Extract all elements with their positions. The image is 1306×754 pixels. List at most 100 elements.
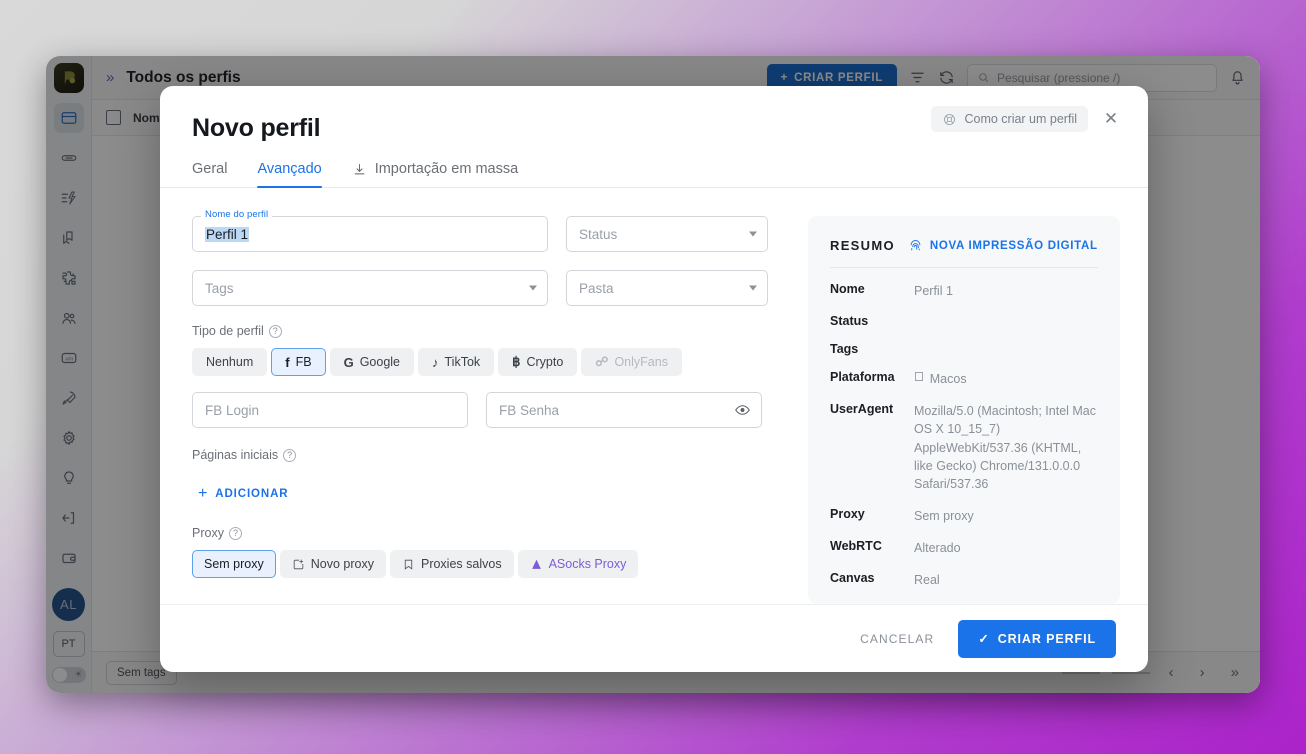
filter-icon[interactable] [909,69,926,86]
proxy-option-asocks[interactable]: ASocks Proxy [517,550,639,578]
tab-avancado-label: Avançado [257,161,322,177]
summary-row-canvas: Canvas Real [830,571,1098,589]
help-icon[interactable]: ? [268,324,282,338]
sidebar-item-copies[interactable] [54,223,84,253]
summary-row-webrtc: WebRTC Alterado [830,539,1098,557]
tab-geral[interactable]: Geral [192,161,227,187]
create-profile-submit-button[interactable]: ✓ CRIAR PERFIL [958,619,1116,658]
sidebar-item-automation[interactable] [54,183,84,213]
sidebar-item-extensions[interactable] [54,263,84,293]
summary-value: Mozilla/5.0 (Macintosh; Intel Mac OS X 1… [914,404,1097,491]
modal-body: Nome do perfil Perfil 1 Status Tags Past… [160,188,1148,604]
modal-header: Novo perfil Como criar um perfil ✕ [160,86,1148,143]
tab-importacao-label: Importação em massa [374,161,519,177]
new-fingerprint-button[interactable]: NOVA IMPRESSÃO DIGITAL [908,238,1098,253]
fb-login-placeholder: FB Login [205,402,260,418]
summary-title: RESUMO [830,238,895,253]
proxy-option-sem-proxy[interactable]: Sem proxy [192,550,276,578]
fb-password-placeholder: FB Senha [499,402,560,418]
sidebar-item-logout[interactable] [54,503,84,533]
sidebar-item-settings[interactable] [54,423,84,453]
profile-type-crypto[interactable]: ฿ Crypto [498,348,578,376]
sidebar-item-ideas[interactable] [54,463,84,493]
last-page-button[interactable]: » [1224,664,1246,681]
profile-name-input[interactable]: Perfil 1 [192,216,548,252]
folder-select[interactable]: Pasta [566,270,768,306]
summary-value: Sem proxy [914,508,974,523]
plus-icon: + [780,71,789,84]
prev-page-button[interactable]: ‹ [1162,664,1181,681]
eye-icon[interactable] [734,402,751,419]
profile-type-tiktok[interactable]: ♪ TikTok [418,348,495,376]
proxy-option-novo-proxy[interactable]: Novo proxy [279,550,386,578]
summary-key: Canvas [830,571,875,586]
google-icon: G [343,354,354,370]
home-pages-label: Páginas iniciais ? [192,448,778,462]
search-placeholder: Pesquisar (pressione /) [997,70,1121,85]
fingerprint-icon [910,240,921,251]
profile-type-nenhum[interactable]: Nenhum [192,348,268,376]
cancel-button[interactable]: CANCELAR [854,624,940,654]
profile-name-field[interactable]: Nome do perfil Perfil 1 [192,209,548,252]
summary-key: Proxy [830,506,865,521]
svg-text:API: API [65,356,73,362]
profile-type-google[interactable]: G Google [329,348,415,376]
sidebar-item-wallet[interactable] [54,543,84,573]
bell-icon[interactable] [1229,69,1246,86]
fb-password-input[interactable]: FB Senha [486,392,762,428]
summary-row-nome: Nome Perfil 1 [830,282,1098,300]
download-icon [354,163,365,174]
tab-avancado[interactable]: Avançado [257,161,322,188]
help-icon[interactable]: ? [228,526,242,540]
profile-type-crypto-label: Crypto [526,355,564,369]
chevron-down-icon [749,285,757,291]
avatar[interactable]: AL [52,588,85,621]
sidebar-item-link[interactable] [54,143,84,173]
next-page-button[interactable]: › [1193,664,1212,681]
status-select[interactable]: Status [566,216,768,252]
fb-password-field[interactable]: FB Senha [486,392,762,428]
profile-type-tiktok-label: TikTok [444,355,481,369]
fb-login-input[interactable]: FB Login [192,392,468,428]
tags-select[interactable]: Tags [192,270,548,306]
help-icon[interactable]: ? [283,448,297,462]
refresh-icon[interactable] [938,69,955,86]
fb-login-field[interactable]: FB Login [192,392,468,428]
proxy-label: Proxy ? [192,526,778,540]
sidebar-item-team[interactable] [54,303,84,333]
add-home-page-button[interactable]: + ADICIONAR [198,486,289,502]
tiktok-icon: ♪ [432,354,439,370]
summary-value-wrap:  Macos [914,369,1098,388]
proxy-option-proxies-salvos[interactable]: Proxies salvos [389,550,514,578]
profile-type-google-label: Google [359,355,401,369]
profile-type-fb[interactable]: f FB [271,348,326,376]
onlyfans-icon: ☍ [595,354,609,369]
sidebar-item-profiles[interactable] [53,103,84,133]
help-button[interactable]: Como criar um perfil [931,106,1088,132]
theme-toggle[interactable]: ☀ [51,667,86,683]
help-label: Como criar um perfil [964,112,1077,126]
column-header-name: Nom [133,110,160,125]
profile-type-onlyfans[interactable]: ☍ OnlyFans [581,348,682,376]
profile-name-value: Perfil 1 [205,226,250,242]
close-icon[interactable]: ✕ [1098,106,1124,132]
tab-importacao-massa[interactable]: Importação em massa [352,161,518,187]
summary-row-status: Status [830,314,1098,328]
proxy-asocks-label: ASocks Proxy [548,557,627,571]
sidebar-item-api[interactable]: API [54,343,84,373]
select-all-checkbox[interactable] [106,110,121,125]
summary-key: Plataforma [830,370,895,385]
lifebuoy-icon [944,113,956,125]
fb-credentials-row: FB Login FB Senha [192,392,778,428]
language-selector[interactable]: PT [52,631,85,657]
expand-sidebar-icon[interactable]: » [106,69,114,86]
form-row-2: Tags Pasta [192,270,778,306]
sidebar-item-rocket[interactable] [54,383,84,413]
profile-type-nenhum-label: Nenhum [206,355,254,369]
modal-tabs: Geral Avançado Importação em massa [160,161,1148,188]
summary-key: Status [830,314,869,329]
sidebar: API AL PT ☀ [46,56,92,693]
plus-icon: + [198,485,209,502]
tab-geral-label: Geral [192,161,228,177]
summary-key: Tags [830,342,859,357]
